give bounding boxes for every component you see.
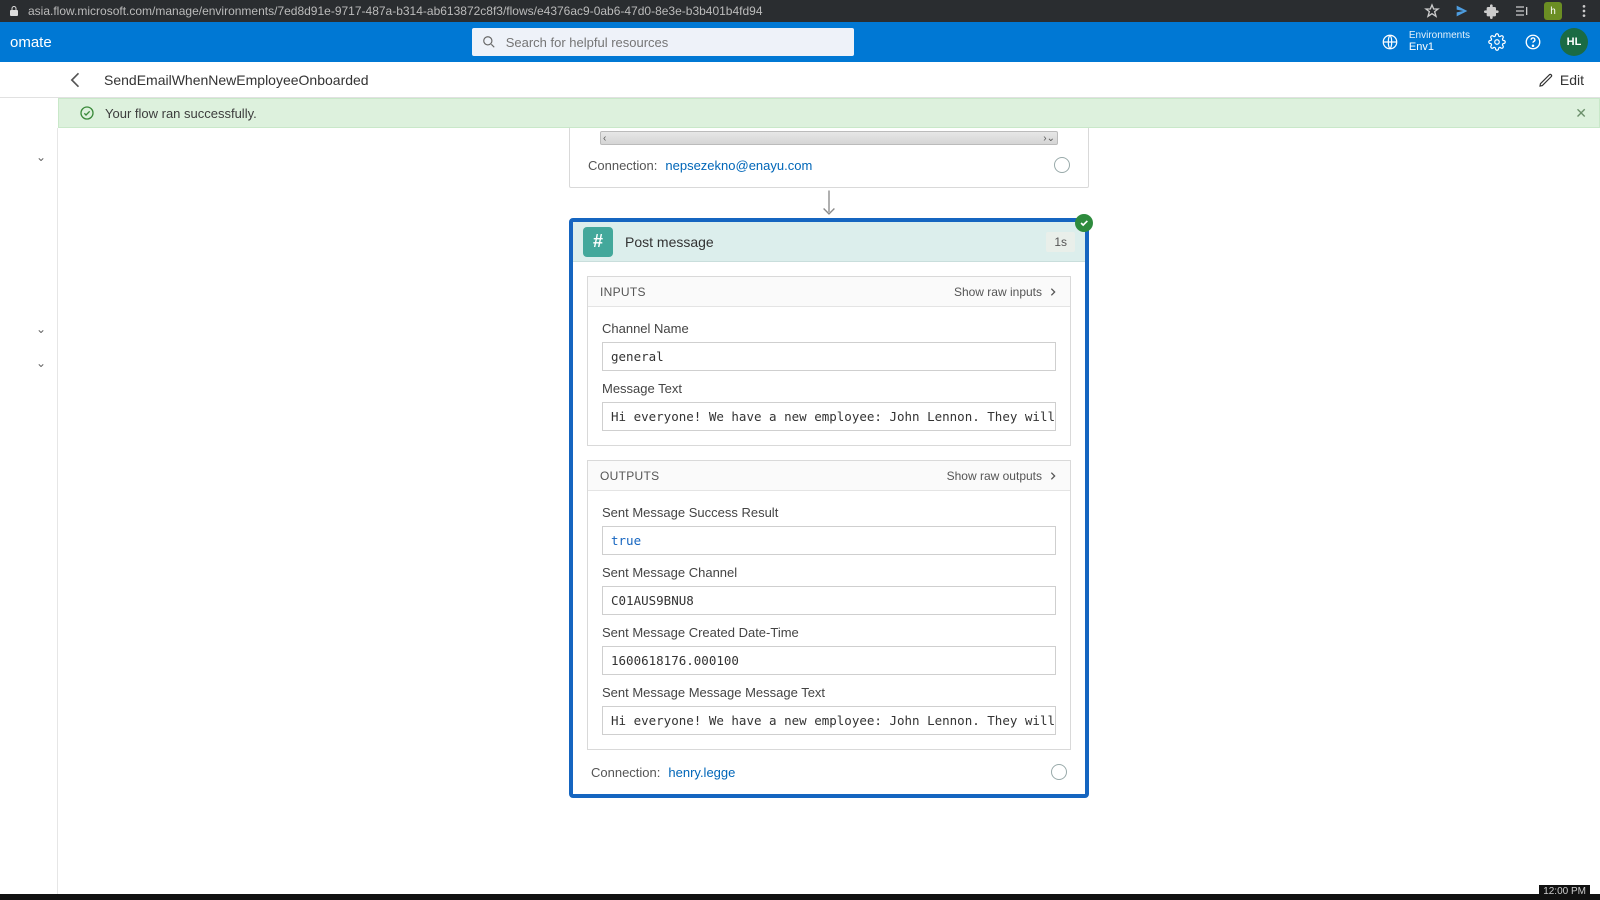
chevron-right-icon: [1048, 471, 1058, 481]
field-value: true: [602, 526, 1056, 555]
show-raw-outputs-text: Show raw outputs: [947, 469, 1042, 483]
previous-step-card[interactable]: ‹›⌄ Connection: nepsezekno@enayu.com: [569, 128, 1089, 188]
chevron-down-icon[interactable]: ⌄: [36, 322, 46, 336]
environment-name: Env1: [1409, 41, 1470, 54]
chevron-down-icon[interactable]: ⌄: [36, 150, 46, 164]
field-label: Channel Name: [602, 321, 1056, 336]
connection-label: Connection:: [591, 765, 660, 780]
field-label: Sent Message Created Date-Time: [602, 625, 1056, 640]
show-raw-outputs-link[interactable]: Show raw outputs: [947, 469, 1058, 483]
system-clock: 12:00 PM: [1539, 885, 1590, 898]
app-header: omate Environments Env1 HL: [0, 22, 1600, 62]
banner-close-icon[interactable]: ✕: [1575, 105, 1587, 122]
collapsed-dropdown[interactable]: ‹›⌄: [600, 131, 1058, 145]
connection-status-icon: [1054, 157, 1070, 173]
help-icon[interactable]: [1524, 33, 1542, 51]
search-icon: [482, 35, 496, 49]
field-value: general: [602, 342, 1056, 371]
post-message-step-card[interactable]: # Post message 1s INPUTS Show raw inputs: [569, 218, 1089, 798]
step-success-badge-icon: [1075, 214, 1093, 232]
environment-picker[interactable]: Environments Env1: [1381, 30, 1470, 54]
page-header: SendEmailWhenNewEmployeeOnboarded Edit: [0, 62, 1600, 98]
lock-icon: [8, 5, 20, 17]
step-duration: 1s: [1046, 232, 1075, 252]
field-label: Message Text: [602, 381, 1056, 396]
flow-canvas[interactable]: ‹›⌄ Connection: nepsezekno@enayu.com # P…: [58, 128, 1600, 900]
back-arrow-icon[interactable]: [66, 70, 86, 90]
search-input[interactable]: [472, 28, 854, 56]
slack-connector-icon: #: [583, 227, 613, 257]
windows-taskbar: [0, 894, 1600, 900]
flow-name: SendEmailWhenNewEmployeeOnboarded: [104, 72, 369, 88]
edit-label: Edit: [1560, 72, 1584, 88]
show-raw-inputs-link[interactable]: Show raw inputs: [954, 285, 1058, 299]
field-value: Hi everyone! We have a new employee: Joh…: [602, 706, 1056, 735]
connection-link[interactable]: henry.legge: [668, 765, 735, 780]
send-link-icon[interactable]: [1454, 3, 1470, 19]
field-label: Sent Message Success Result: [602, 505, 1056, 520]
step-header[interactable]: # Post message 1s: [573, 222, 1085, 262]
chevron-down-icon[interactable]: ⌄: [36, 356, 46, 370]
bookmark-star-icon[interactable]: [1424, 3, 1440, 19]
field-label: Sent Message Channel: [602, 565, 1056, 580]
user-avatar[interactable]: HL: [1560, 28, 1588, 56]
outputs-section: OUTPUTS Show raw outputs Sent Message Su…: [587, 460, 1071, 750]
edit-button[interactable]: Edit: [1538, 72, 1584, 88]
extensions-icon[interactable]: [1484, 3, 1500, 19]
reading-list-icon[interactable]: [1514, 3, 1530, 19]
browser-address-bar: asia.flow.microsoft.com/manage/environme…: [0, 0, 1600, 22]
app-brand: omate: [0, 34, 52, 51]
field-value: Hi everyone! We have a new employee: Joh…: [602, 402, 1056, 431]
field-value: 1600618176.000100: [602, 646, 1056, 675]
outputs-label: OUTPUTS: [600, 469, 659, 483]
field-value: C01AUS9BNU8: [602, 586, 1056, 615]
profile-badge[interactable]: h: [1544, 2, 1562, 20]
chevron-right-icon: [1048, 287, 1058, 297]
inputs-section: INPUTS Show raw inputs Channel Name gene…: [587, 276, 1071, 446]
connection-status-icon: [1051, 764, 1067, 780]
success-banner: Your flow ran successfully. ✕: [58, 98, 1600, 128]
inputs-label: INPUTS: [600, 285, 646, 299]
pencil-icon: [1538, 72, 1554, 88]
success-check-icon: [79, 105, 95, 121]
kebab-menu-icon[interactable]: [1576, 3, 1592, 19]
environment-label: Environments: [1409, 30, 1470, 42]
left-nav: ⌄ ⌄ ⌄: [0, 128, 58, 900]
url-text[interactable]: asia.flow.microsoft.com/manage/environme…: [28, 4, 1424, 18]
settings-gear-icon[interactable]: [1488, 33, 1506, 51]
search-field[interactable]: [506, 35, 844, 50]
connection-link[interactable]: nepsezekno@enayu.com: [665, 158, 812, 173]
flow-connector-arrow: [569, 188, 1089, 218]
show-raw-inputs-text: Show raw inputs: [954, 285, 1042, 299]
field-label: Sent Message Message Message Text: [602, 685, 1056, 700]
banner-text: Your flow ran successfully.: [105, 106, 257, 121]
environment-icon: [1381, 33, 1399, 51]
step-title: Post message: [625, 234, 714, 250]
connection-label: Connection:: [588, 158, 657, 173]
